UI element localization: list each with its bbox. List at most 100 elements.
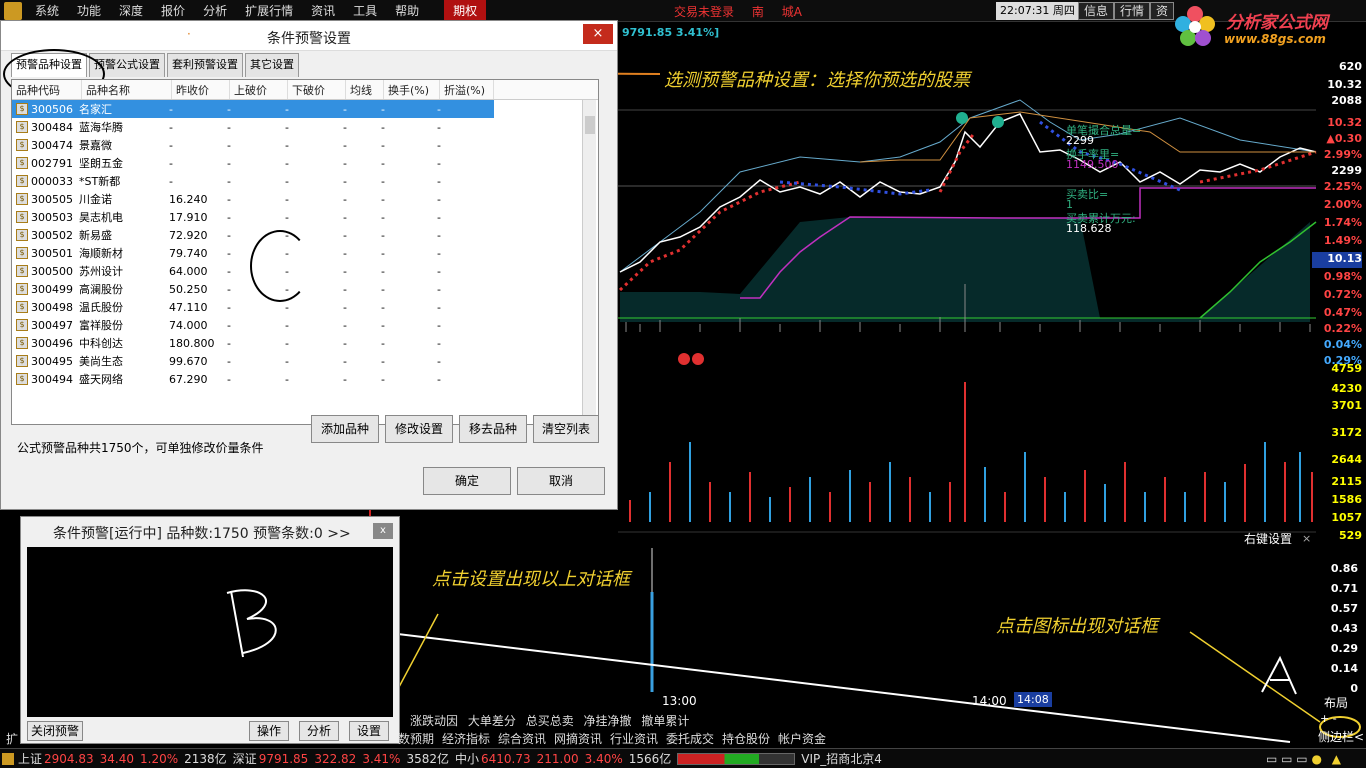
list-item[interactable]: $300506 名家汇 - - - - - -	[12, 100, 494, 118]
menu-bar: 系统 功能 深度 报价 分析 扩展行情 资讯 工具 帮助 期权 交易未登录 南 …	[0, 0, 1366, 22]
list-item[interactable]: $300503 昊志机电 17.910 - - - - -	[12, 208, 598, 226]
menu-item-quote[interactable]: 报价	[152, 0, 194, 22]
tab-economic[interactable]: 经济指标	[442, 730, 490, 747]
alert-monitor-window: 条件预警[运行中] 品种数:1750 预警条数:0 >> x 关闭预警 操作 分…	[20, 516, 400, 744]
lower-axis-label: 0.29	[1330, 642, 1358, 655]
clear-list-button[interactable]: 清空列表	[533, 415, 599, 443]
edit-settings-button[interactable]: 修改设置	[385, 415, 453, 443]
tab-industry-news[interactable]: 行业资讯	[610, 730, 658, 747]
menu-item-news[interactable]: 资讯	[302, 0, 344, 22]
status-icon[interactable]	[2, 752, 14, 765]
list-cell: -	[285, 300, 289, 314]
col-header-ma[interactable]: 均线	[346, 80, 384, 99]
right-click-settings[interactable]: 右键设置	[1244, 530, 1292, 547]
stock-icon: $	[16, 337, 28, 349]
login-status[interactable]: 交易未登录 南 城A	[674, 3, 802, 20]
price-axis-label: 2.00%	[1323, 198, 1362, 211]
col-header-upper[interactable]: 上破价	[230, 80, 288, 99]
info-button[interactable]: 信息	[1078, 2, 1115, 20]
col-header-name[interactable]: 品种名称	[82, 80, 172, 99]
menu-item-system[interactable]: 系统	[26, 0, 68, 22]
col-header-lower[interactable]: 下破价	[288, 80, 346, 99]
list-item[interactable]: $000033 *ST新都 - - - - - -	[12, 172, 598, 190]
list-cell: -	[437, 372, 441, 386]
menu-item-depth[interactable]: 深度	[110, 0, 152, 22]
list-cell: -	[227, 336, 231, 350]
side-bar-toggle[interactable]: 侧边栏<	[1318, 728, 1364, 745]
bottom-tabs-row2: 扩 数预期 经济指标 综合资讯 网摘资讯 行业资讯 委托成交 持仓股份 帐户资金	[6, 730, 826, 748]
layout-label[interactable]: 布局	[1324, 694, 1348, 711]
menu-item-options[interactable]: 期权	[444, 0, 487, 22]
tab-total-buy-sell[interactable]: 总买总卖	[526, 714, 574, 728]
list-item[interactable]: $300505 川金诺 16.240 - - - - -	[12, 190, 598, 208]
cancel-button[interactable]: 取消	[517, 467, 605, 495]
list-cell: 景嘉微	[79, 139, 112, 152]
list-cell: 坚朗五金	[79, 157, 123, 170]
tab-ext[interactable]: 扩	[6, 730, 18, 747]
stock-icon: $	[16, 283, 28, 295]
tab-price-reason[interactable]: 涨跌动因	[410, 714, 458, 728]
list-item[interactable]: $300502 新易盛 72.920- - - - -	[12, 226, 598, 244]
list-item[interactable]: $002791 坚朗五金 - - - - - -	[12, 154, 598, 172]
menu-item-function[interactable]: 功能	[68, 0, 110, 22]
list-item[interactable]: $300484 蓝海华腾 - - - - - -	[12, 118, 598, 136]
list-cell: -	[169, 102, 173, 116]
menu-item-help[interactable]: 帮助	[386, 0, 428, 22]
sh-value: 2904.83	[44, 751, 94, 766]
menu-item-extended[interactable]: 扩展行情	[236, 0, 302, 22]
dialog-close-button[interactable]: ×	[583, 24, 613, 44]
remove-symbol-button[interactable]: 移去品种	[459, 415, 527, 443]
list-cell: 名家汇	[79, 103, 112, 116]
index-readout: 9791.85 3.41%]	[622, 26, 720, 39]
list-cell: -	[381, 264, 385, 278]
tab-expectation[interactable]: 数预期	[398, 730, 434, 747]
list-scrollbar-thumb[interactable]	[585, 116, 595, 134]
dialog-titlebar[interactable]: 条件预警设置 · ×	[1, 21, 617, 51]
list-cell: -	[169, 120, 173, 134]
tab-orders[interactable]: 委托成交	[666, 730, 714, 747]
list-cell: -	[285, 318, 289, 332]
tab-arbitrage-settings[interactable]: 套利预警设置	[167, 53, 243, 77]
tab-big-order-diff[interactable]: 大单差分	[468, 714, 516, 728]
menu-item-tools[interactable]: 工具	[344, 0, 386, 22]
right-click-close-icon[interactable]: ×	[1302, 532, 1311, 545]
list-scrollbar[interactable]	[582, 100, 596, 422]
tab-other-settings[interactable]: 其它设置	[245, 53, 299, 77]
tray-icons[interactable]: ▭ ▭ ▭ ● ▲	[1266, 752, 1347, 766]
col-header-turnover[interactable]: 换手(%)	[384, 80, 440, 99]
ok-button[interactable]: 确定	[423, 467, 511, 495]
col-header-prev-close[interactable]: 昨收价	[172, 80, 230, 99]
list-cell: 新易盛	[79, 229, 112, 242]
tab-positions[interactable]: 持仓股份	[722, 730, 770, 747]
list-cell: -	[437, 264, 441, 278]
quote-button[interactable]: 行情	[1114, 2, 1151, 20]
col-header-code[interactable]: 品种代码	[12, 80, 82, 99]
overlay-value-4: 118.628	[1066, 222, 1112, 235]
list-item[interactable]: $300498 温氏股份 47.110 - - - - -	[12, 298, 598, 316]
list-item[interactable]: $300496 中科创达 180.800- - - - -	[12, 334, 598, 352]
price-axis-label: 0.72%	[1323, 288, 1362, 301]
tray-alert-icon[interactable]: ▲	[1332, 752, 1341, 766]
symbol-list[interactable]: 品种代码 品种名称 昨收价 上破价 下破价 均线 换手(%) 折溢(%) $30…	[11, 79, 599, 425]
volume-axis-label: 1586	[1331, 493, 1362, 506]
tab-account-funds[interactable]: 帐户资金	[778, 730, 826, 747]
list-cell: -	[381, 174, 385, 188]
tab-web-news[interactable]: 网摘资讯	[554, 730, 602, 747]
tab-news[interactable]: 综合资讯	[498, 730, 546, 747]
menu-item-analysis[interactable]: 分析	[194, 0, 236, 22]
col-header-premium[interactable]: 折溢(%)	[440, 80, 494, 99]
broker-label: VIP_招商北京4	[801, 752, 882, 766]
list-item[interactable]: $300474 景嘉微 - - - - - -	[12, 136, 598, 154]
add-symbol-button[interactable]: 添加品种	[311, 415, 379, 443]
tab-cancel-cumulative[interactable]: 撤单累计	[641, 714, 689, 728]
list-cell: -	[381, 354, 385, 368]
monitor-close-button[interactable]: x	[373, 523, 393, 539]
list-cell: -	[437, 300, 441, 314]
tray-lock-icon[interactable]: ●	[1311, 752, 1321, 766]
list-item[interactable]: $300497 富祥股份 74.000 - - - - -	[12, 316, 598, 334]
list-cell: -	[285, 192, 289, 206]
tab-net-order[interactable]: 净挂净撤	[584, 714, 632, 728]
list-item[interactable]: $300495 美尚生态 99.670 - - - - -	[12, 352, 598, 370]
zoom-controls[interactable]: + -	[1320, 712, 1337, 725]
list-item[interactable]: $300494 盛天网络 67.290 - - - - -	[12, 370, 598, 388]
